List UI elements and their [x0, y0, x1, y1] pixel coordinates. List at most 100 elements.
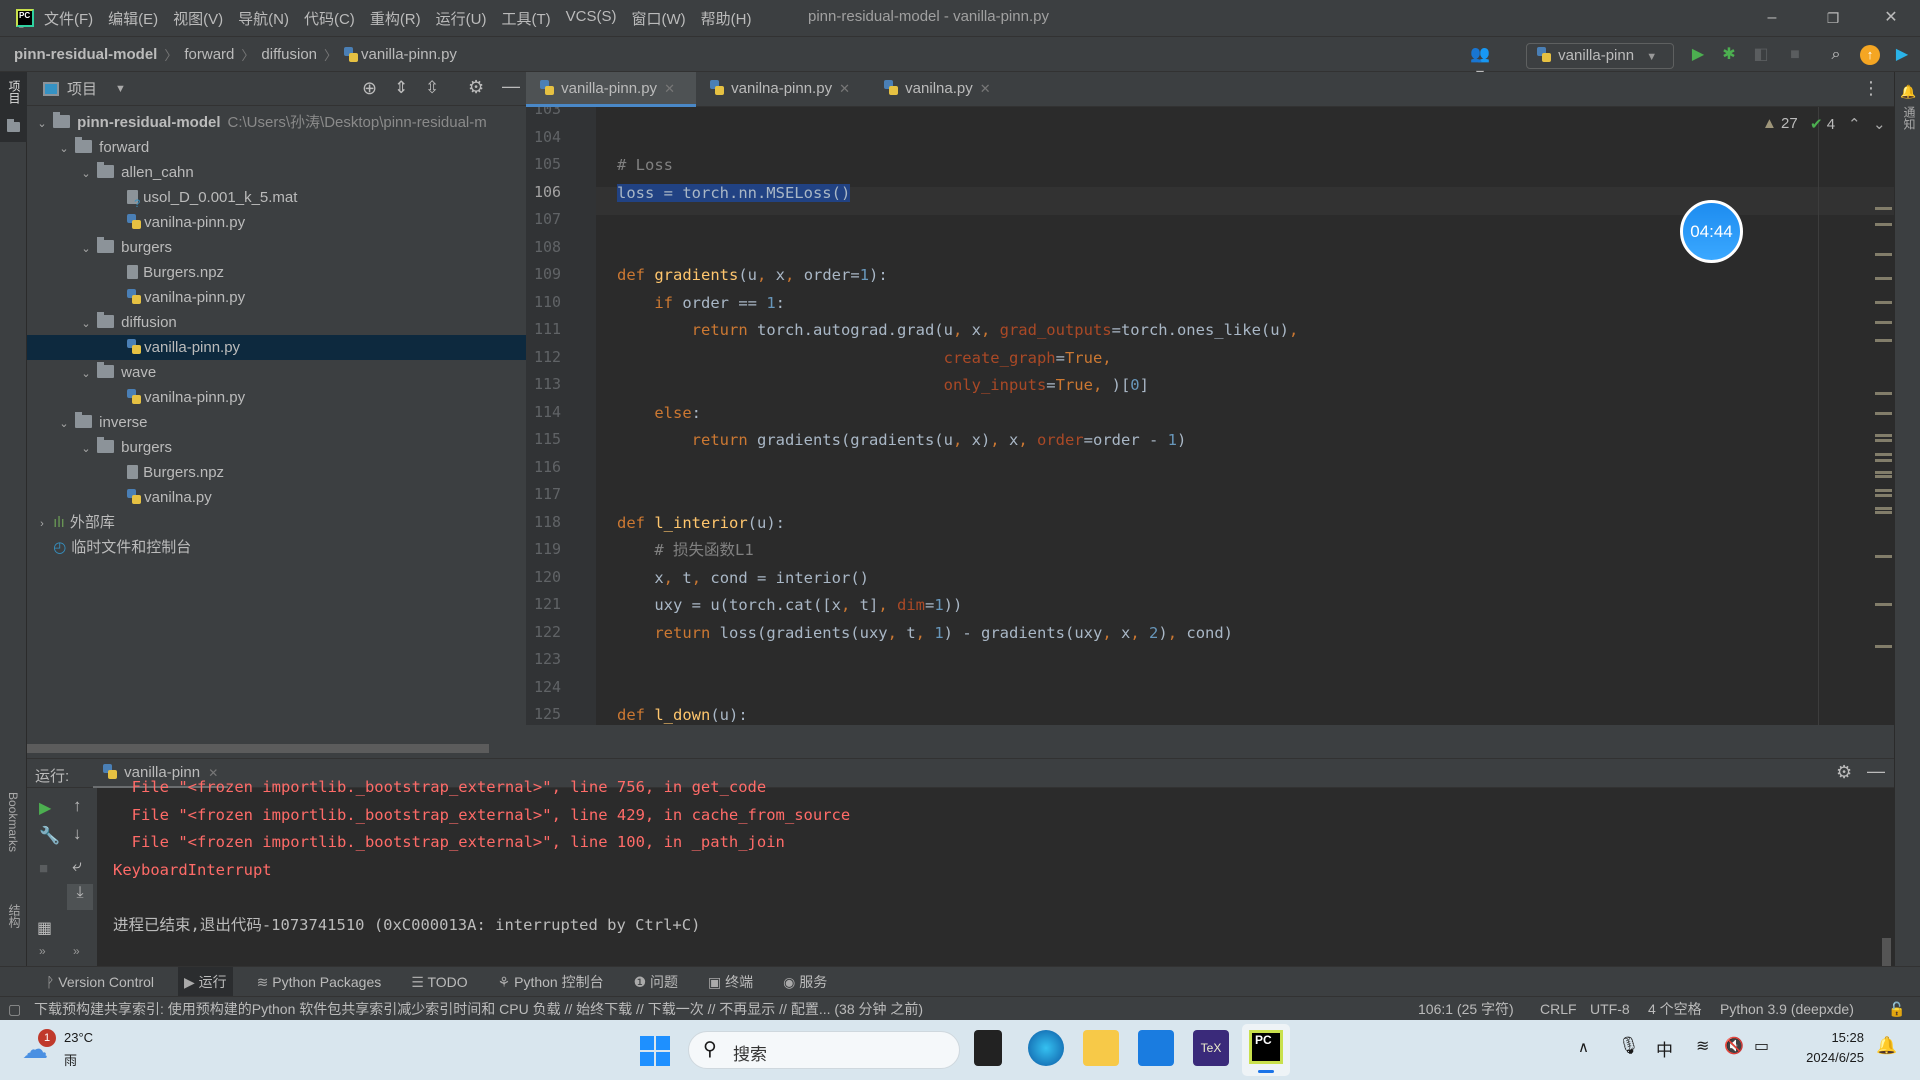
notifications-bell-icon[interactable]: 🔔 [1900, 84, 1916, 100]
tool-window-terminal[interactable]: ▣ 终端 [702, 967, 759, 997]
next-highlight-icon[interactable]: ⌄ [1873, 115, 1886, 133]
chevron-down-icon[interactable]: ⌄ [79, 162, 93, 187]
search-icon[interactable]: ⌕ [1826, 45, 1846, 65]
stripe-mark[interactable] [1875, 555, 1892, 558]
rerun-icon[interactable]: ▶ [39, 798, 51, 818]
stripe-mark[interactable] [1875, 223, 1892, 226]
pycharm-taskbar-button[interactable]: PC [1242, 1024, 1290, 1076]
notification-bell-icon[interactable]: 🔔 [1876, 1036, 1897, 1056]
stripe-mark[interactable] [1875, 277, 1892, 280]
tab-vanilna[interactable]: vanilna.py ✕ [870, 72, 1000, 107]
clock-time[interactable]: 15:28 [1796, 1030, 1864, 1045]
stripe-mark[interactable] [1875, 439, 1892, 442]
tree-item[interactable]: ⌄ diffusion [27, 310, 526, 335]
stripe-mark[interactable] [1875, 507, 1892, 510]
code-line[interactable]: return loss(gradients(uxy, t, 1) - gradi… [617, 622, 1233, 644]
tree-item[interactable]: ⌄ forward [27, 135, 526, 160]
tree-item[interactable]: ⌄ burgers [27, 435, 526, 460]
stripe-mark[interactable] [1875, 412, 1892, 415]
chevron-down-icon[interactable]: ▼ [115, 83, 126, 95]
stripe-mark[interactable] [1875, 459, 1892, 462]
wifi-icon[interactable]: ≋ [1696, 1036, 1709, 1056]
more-options-icon[interactable]: ⋮ [1862, 78, 1880, 99]
bookmarks-tool-tab[interactable]: Bookmarks [6, 792, 20, 852]
tree-item[interactable]: Burgers.npz [27, 260, 526, 285]
stripe-mark[interactable] [1875, 471, 1892, 474]
typos-indicator[interactable]: ✔ 4 [1810, 115, 1835, 133]
clock-date[interactable]: 2024/6/25 [1796, 1050, 1864, 1065]
soft-wrap-icon[interactable]: ⤶ [72, 856, 82, 876]
tool-window-problems[interactable]: ❶ 问题 [628, 967, 684, 997]
code-line[interactable]: create_graph=True, [617, 347, 1112, 369]
settings-gear-icon[interactable]: ⚙ [1836, 762, 1852, 783]
collapse-all-icon[interactable]: ⇳ [425, 78, 439, 98]
stop-icon[interactable]: ■ [1785, 45, 1805, 65]
code-line[interactable]: # Loss [617, 154, 673, 176]
code-line[interactable]: if order == 1: [617, 292, 785, 314]
stripe-mark[interactable] [1875, 645, 1892, 648]
code-line[interactable]: def l_interior(u): [617, 512, 785, 534]
file-encoding[interactable]: UTF-8 [1590, 997, 1630, 1021]
chevron-right-icon[interactable]: › [35, 512, 49, 537]
mail-icon[interactable] [1138, 1030, 1174, 1066]
stripe-mark[interactable] [1875, 475, 1892, 478]
tree-item[interactable]: vanilna-pinn.py [27, 385, 526, 410]
stripe-mark[interactable] [1875, 253, 1892, 256]
chevron-down-icon[interactable]: ⌄ [57, 137, 71, 162]
scroll-down-icon[interactable]: ↓ [73, 824, 82, 844]
restore-button[interactable]: ❐ [1813, 4, 1853, 32]
chevron-down-icon[interactable]: ⌄ [79, 312, 93, 337]
tool-window-run[interactable]: ▶ 运行 [178, 966, 233, 997]
line-separator[interactable]: CRLF [1540, 997, 1577, 1021]
menu-item[interactable]: 导航(N) [238, 8, 289, 29]
more-icon[interactable]: » [73, 944, 80, 958]
code-line[interactable]: def gradients(u, x, order=1): [617, 264, 888, 286]
locate-file-icon[interactable]: ⊕ [362, 78, 377, 99]
tree-item[interactable]: vanilna-pinn.py [27, 210, 526, 235]
code-line[interactable]: loss = torch.nn.MSELoss() [617, 182, 851, 204]
tab-vanilla-pinn[interactable]: vanilla-pinn.py ✕ [526, 72, 696, 107]
stripe-mark[interactable] [1875, 301, 1892, 304]
windows-start-icon[interactable] [640, 1036, 670, 1066]
tree-item[interactable]: ⌄ allen_cahn [27, 160, 526, 185]
breadcrumb-forward[interactable]: forward [184, 46, 234, 63]
file-explorer-icon[interactable] [1083, 1030, 1119, 1066]
weather-desc[interactable]: 雨 [64, 1050, 77, 1069]
minimize-button[interactable]: – [1752, 4, 1792, 32]
tree-item[interactable]: › ılı 外部库 [27, 510, 526, 535]
tree-item[interactable]: Burgers.npz [27, 460, 526, 485]
python-interpreter[interactable]: Python 3.9 (deepxde) [1720, 997, 1854, 1021]
project-tool-tab[interactable]: 项目 [0, 72, 27, 142]
coverage-icon[interactable]: ◧ [1751, 45, 1771, 65]
notifications-tool-tab[interactable]: 通知 [1901, 106, 1918, 130]
lock-icon[interactable]: 🔓 [1888, 997, 1905, 1021]
tool-window-python-console[interactable]: ⚘ Python 控制台 [492, 967, 610, 997]
code-line[interactable]: # 损失函数L1 [617, 539, 753, 561]
stripe-mark[interactable] [1875, 511, 1892, 514]
scroll-to-end-icon[interactable]: ⤓ [67, 884, 93, 910]
show-hidden-icons[interactable]: ∧ [1578, 1038, 1589, 1056]
tree-item[interactable]: ⌄ inverse [27, 410, 526, 435]
menu-item[interactable]: 窗口(W) [631, 8, 685, 29]
tree-item[interactable]: ⌄ pinn-residual-model C:\Users\孙涛\Desktop… [27, 110, 526, 135]
chevron-down-icon[interactable]: ⌄ [57, 412, 71, 437]
menu-item[interactable]: 帮助(H) [701, 8, 752, 29]
plugin-icon[interactable]: ▶ [1892, 45, 1912, 65]
status-message[interactable]: 下载预构建共享索引: 使用预构建的Python 软件包共享索引减少索引时间和 C… [34, 997, 923, 1021]
code-line[interactable]: uxy = u(torch.cat([x, t], dim=1)) [617, 594, 962, 616]
horizontal-scrollbar[interactable] [27, 744, 489, 753]
stripe-mark[interactable] [1875, 489, 1892, 492]
volume-muted-icon[interactable]: 🔇 [1724, 1036, 1744, 1056]
code-line[interactable]: else: [617, 402, 701, 424]
breadcrumb-diffusion[interactable]: diffusion [261, 46, 317, 63]
expand-all-icon[interactable]: ⇕ [394, 78, 408, 98]
tree-item[interactable]: ? usol_D_0.001_k_5.mat [27, 185, 526, 210]
hide-panel-icon[interactable]: — [502, 76, 520, 97]
tree-item[interactable]: vanilna.py [27, 485, 526, 510]
menu-item[interactable]: 编辑(E) [108, 8, 158, 29]
update-icon[interactable]: ↑ [1860, 45, 1880, 65]
run-icon[interactable]: ▶ [1688, 45, 1708, 65]
tool-window-services[interactable]: ◉ 服务 [777, 967, 833, 997]
tree-item[interactable]: vanilla-pinn.py [27, 335, 526, 360]
stripe-mark[interactable] [1875, 603, 1892, 606]
